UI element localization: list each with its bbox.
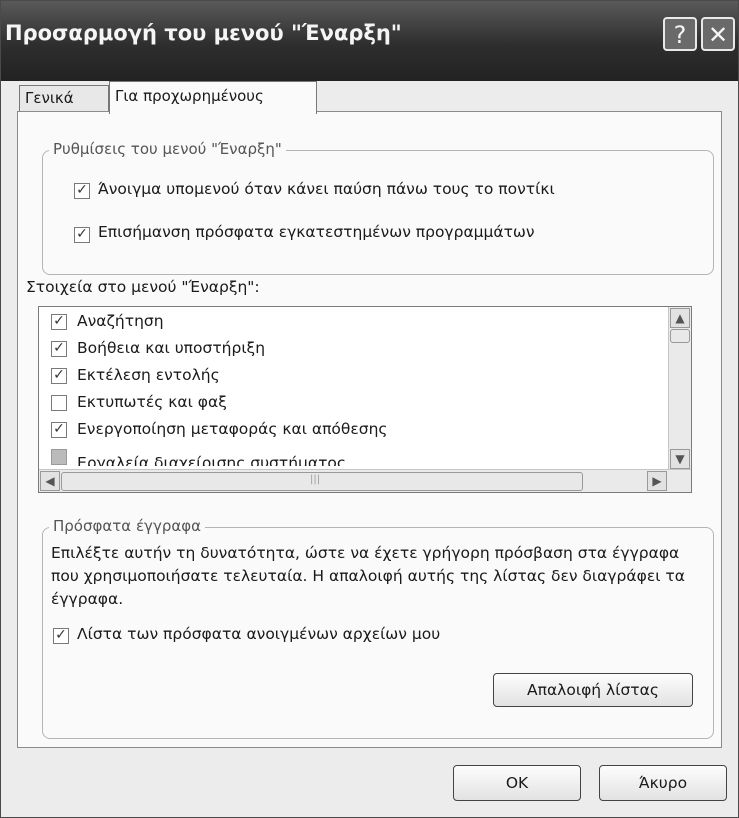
cancel-button[interactable]: Άκυρο [599, 765, 727, 801]
dialog-window: Προσαρμογή του μενού "Έναρξη" ? ✕ Γενικά… [0, 0, 739, 818]
start-menu-items-label: Στοιχεία στο μενού "Έναρξη": [26, 278, 260, 296]
list-item[interactable]: ✓ Εκτέλεση εντολής [39, 365, 639, 389]
checkmark-icon: ✓ [53, 340, 65, 356]
start-menu-settings-group: Ρυθμίσεις του μενού "Έναρξη" ✓ Άνοιγμα υ… [42, 140, 714, 275]
list-item-checkbox[interactable]: ✓ [51, 341, 67, 357]
checkmark-icon: ✓ [76, 182, 88, 198]
scroll-right-icon[interactable]: ▶ [647, 471, 667, 491]
recent-documents-group: Πρόσφατα έγγραφα Επιλέξτε αυτήν τη δυνατ… [42, 517, 714, 739]
list-item[interactable]: ✓ Αναζήτηση [39, 311, 639, 335]
tab-general[interactable]: Γενικά [19, 85, 109, 111]
horizontal-scrollbar[interactable]: ◀ ||| ▶ [39, 469, 691, 492]
window-title: Προσαρμογή του μενού "Έναρξη" [5, 21, 402, 45]
start-menu-settings-legend: Ρυθμίσεις του μενού "Έναρξη" [49, 140, 286, 158]
checkmark-icon: ✓ [53, 421, 65, 437]
list-item[interactable]: Εκτυπωτές και φαξ [39, 392, 639, 416]
list-item[interactable]: Εργαλεία διαχείρισης συστήματος [39, 446, 639, 466]
list-item[interactable]: ✓ Ενεργοποίηση μεταφοράς και απόθεσης [39, 419, 639, 443]
clear-list-button[interactable]: Απαλοιφή λίστας [493, 673, 693, 707]
highlight-new-programs-checkbox[interactable]: ✓ [74, 227, 90, 243]
start-menu-items-list[interactable]: ✓ Αναζήτηση ✓ Βοήθεια και υποστήριξη ✓ Ε… [38, 306, 692, 493]
folder-icon [51, 449, 67, 465]
tab-advanced[interactable]: Για προχωρημένους [109, 81, 317, 114]
title-bar[interactable]: Προσαρμογή του μενού "Έναρξη" ? ✕ [1, 1, 738, 81]
open-submenus-label[interactable]: Άνοιγμα υπομενού όταν κάνει παύση πάνω τ… [98, 180, 555, 198]
list-item-label: Εκτέλεση εντολής [77, 366, 220, 384]
checkmark-icon: ✓ [76, 226, 88, 242]
list-item-label: Εκτυπωτές και φαξ [77, 393, 227, 411]
scroll-up-icon[interactable]: ▲ [670, 308, 690, 328]
ok-button[interactable]: OK [453, 765, 581, 801]
list-item-checkbox[interactable]: ✓ [51, 368, 67, 384]
checkmark-icon: ✓ [53, 367, 65, 383]
list-item-checkbox[interactable] [51, 395, 67, 411]
list-item-label: Ενεργοποίηση μεταφοράς και απόθεσης [77, 420, 388, 438]
list-item-label: Εργαλεία διαχείρισης συστήματος [77, 454, 347, 466]
recent-files-checkbox[interactable]: ✓ [53, 628, 69, 644]
scroll-grip-icon: ||| [310, 474, 321, 485]
list-item-checkbox[interactable]: ✓ [51, 422, 67, 438]
vertical-scrollbar[interactable]: ▲ ▼ [668, 307, 691, 470]
recent-files-label[interactable]: Λίστα των πρόσφατα ανοιγμένων αρχείων μο… [77, 625, 440, 643]
checkmark-icon: ✓ [53, 313, 65, 329]
scroll-left-icon[interactable]: ◀ [40, 471, 60, 491]
scroll-down-icon[interactable]: ▼ [670, 449, 690, 469]
list-item[interactable]: ✓ Βοήθεια και υποστήριξη [39, 338, 639, 362]
horizontal-scroll-thumb[interactable]: ||| [61, 472, 583, 491]
close-button[interactable]: ✕ [701, 17, 735, 51]
list-item-label: Αναζήτηση [77, 312, 164, 330]
tab-panel: Ρυθμίσεις του μενού "Έναρξη" ✓ Άνοιγμα υ… [17, 111, 722, 748]
recent-documents-legend: Πρόσφατα έγγραφα [49, 517, 206, 535]
vertical-scroll-thumb[interactable] [670, 329, 690, 343]
list-item-label: Βοήθεια και υποστήριξη [77, 339, 266, 357]
highlight-new-programs-label[interactable]: Επισήμανση πρόσφατα εγκατεστημένων προγρ… [98, 223, 535, 241]
checkmark-icon: ✓ [55, 627, 67, 643]
open-submenus-checkbox[interactable]: ✓ [74, 183, 90, 199]
help-button[interactable]: ? [663, 17, 697, 51]
list-item-checkbox[interactable]: ✓ [51, 314, 67, 330]
recent-documents-description: Επιλέξτε αυτήν τη δυνατότητα, ώστε να έχ… [51, 544, 685, 608]
